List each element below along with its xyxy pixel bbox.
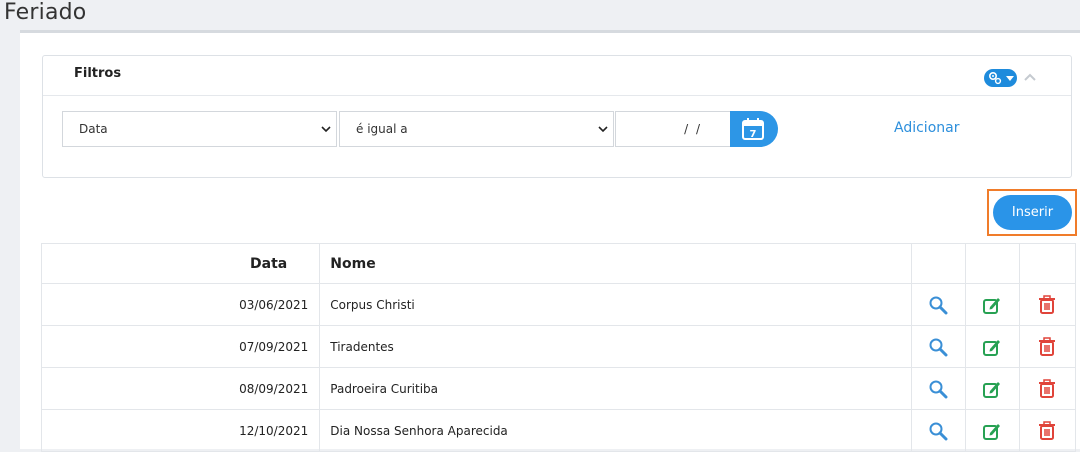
column-header-delete — [1018, 243, 1077, 284]
column-header-date[interactable]: Data — [40, 243, 321, 284]
edit-icon — [983, 339, 1001, 356]
filters-header: Filtros — [43, 56, 1071, 96]
magnifier-icon — [929, 338, 948, 356]
calendar-icon: 7 — [742, 118, 764, 140]
cell-date: 12/10/2021 — [40, 409, 321, 452]
delete-button[interactable] — [1018, 325, 1077, 368]
page-title: Feriado — [4, 0, 87, 25]
main-panel: Filtros Data é igual a / / 7 Adicionar I… — [20, 30, 1080, 452]
view-button[interactable] — [910, 409, 966, 452]
filter-operator-value: é igual a — [356, 122, 408, 136]
table-row[interactable]: 03/06/2021 Corpus Christi — [40, 283, 1077, 326]
add-filter-link[interactable]: Adicionar — [894, 120, 959, 136]
cell-name: Padroeira Curitiba — [319, 367, 912, 410]
insert-button[interactable]: Inserir — [993, 195, 1072, 230]
calendar-button[interactable]: 7 — [730, 111, 778, 147]
cell-date: 03/06/2021 — [40, 283, 321, 326]
holidays-table: Data Nome 03/06/2021 Corpus Christi 07/09/… — [40, 243, 1077, 452]
cell-name: Corpus Christi — [319, 283, 912, 326]
calendar-day: 7 — [750, 129, 757, 140]
chevron-down-icon — [321, 126, 331, 133]
view-button[interactable] — [910, 367, 966, 410]
filter-date-value: / / — [684, 122, 702, 136]
delete-button[interactable] — [1018, 367, 1077, 410]
magnifier-icon — [929, 296, 948, 314]
filters-title: Filtros — [74, 66, 122, 81]
cell-date: 07/09/2021 — [40, 325, 321, 368]
view-button[interactable] — [910, 283, 966, 326]
gear-icon — [988, 71, 1002, 85]
edit-button[interactable] — [964, 367, 1020, 410]
filter-settings-toggle[interactable] — [984, 69, 1017, 87]
edit-icon — [983, 423, 1001, 440]
trash-icon — [1039, 378, 1056, 398]
table-row[interactable]: 07/09/2021 Tiradentes — [40, 325, 1077, 368]
chevron-down-icon — [598, 126, 608, 133]
chevron-up-icon[interactable] — [1023, 70, 1037, 84]
trash-icon — [1039, 294, 1056, 314]
table-row[interactable]: 12/10/2021 Dia Nossa Senhora Aparecida — [40, 409, 1077, 452]
filters-panel: Filtros Data é igual a / / 7 Adicionar — [42, 55, 1072, 178]
column-header-name[interactable]: Nome — [319, 243, 912, 284]
cell-date: 08/09/2021 — [40, 367, 321, 410]
cell-name: Dia Nossa Senhora Aparecida — [319, 409, 912, 452]
edit-button[interactable] — [964, 283, 1020, 326]
trash-icon — [1039, 420, 1056, 440]
filter-field-value: Data — [79, 122, 108, 136]
cell-name: Tiradentes — [319, 325, 912, 368]
delete-button[interactable] — [1018, 283, 1077, 326]
table-row[interactable]: 08/09/2021 Padroeira Curitiba — [40, 367, 1077, 410]
magnifier-icon — [929, 422, 948, 440]
table-header-row: Data Nome — [40, 243, 1077, 284]
view-button[interactable] — [910, 325, 966, 368]
edit-icon — [983, 297, 1001, 314]
chevron-down-icon — [1006, 76, 1014, 81]
filter-field-select[interactable]: Data — [62, 111, 337, 147]
column-header-edit — [964, 243, 1020, 284]
edit-button[interactable] — [964, 409, 1020, 452]
edit-icon — [983, 381, 1001, 398]
edit-button[interactable] — [964, 325, 1020, 368]
filter-date-input[interactable]: / / — [615, 111, 731, 147]
magnifier-icon — [929, 380, 948, 398]
column-header-view — [910, 243, 966, 284]
filter-operator-select[interactable]: é igual a — [339, 111, 614, 147]
trash-icon — [1039, 336, 1056, 356]
insert-highlight: Inserir — [987, 189, 1077, 236]
delete-button[interactable] — [1018, 409, 1077, 452]
